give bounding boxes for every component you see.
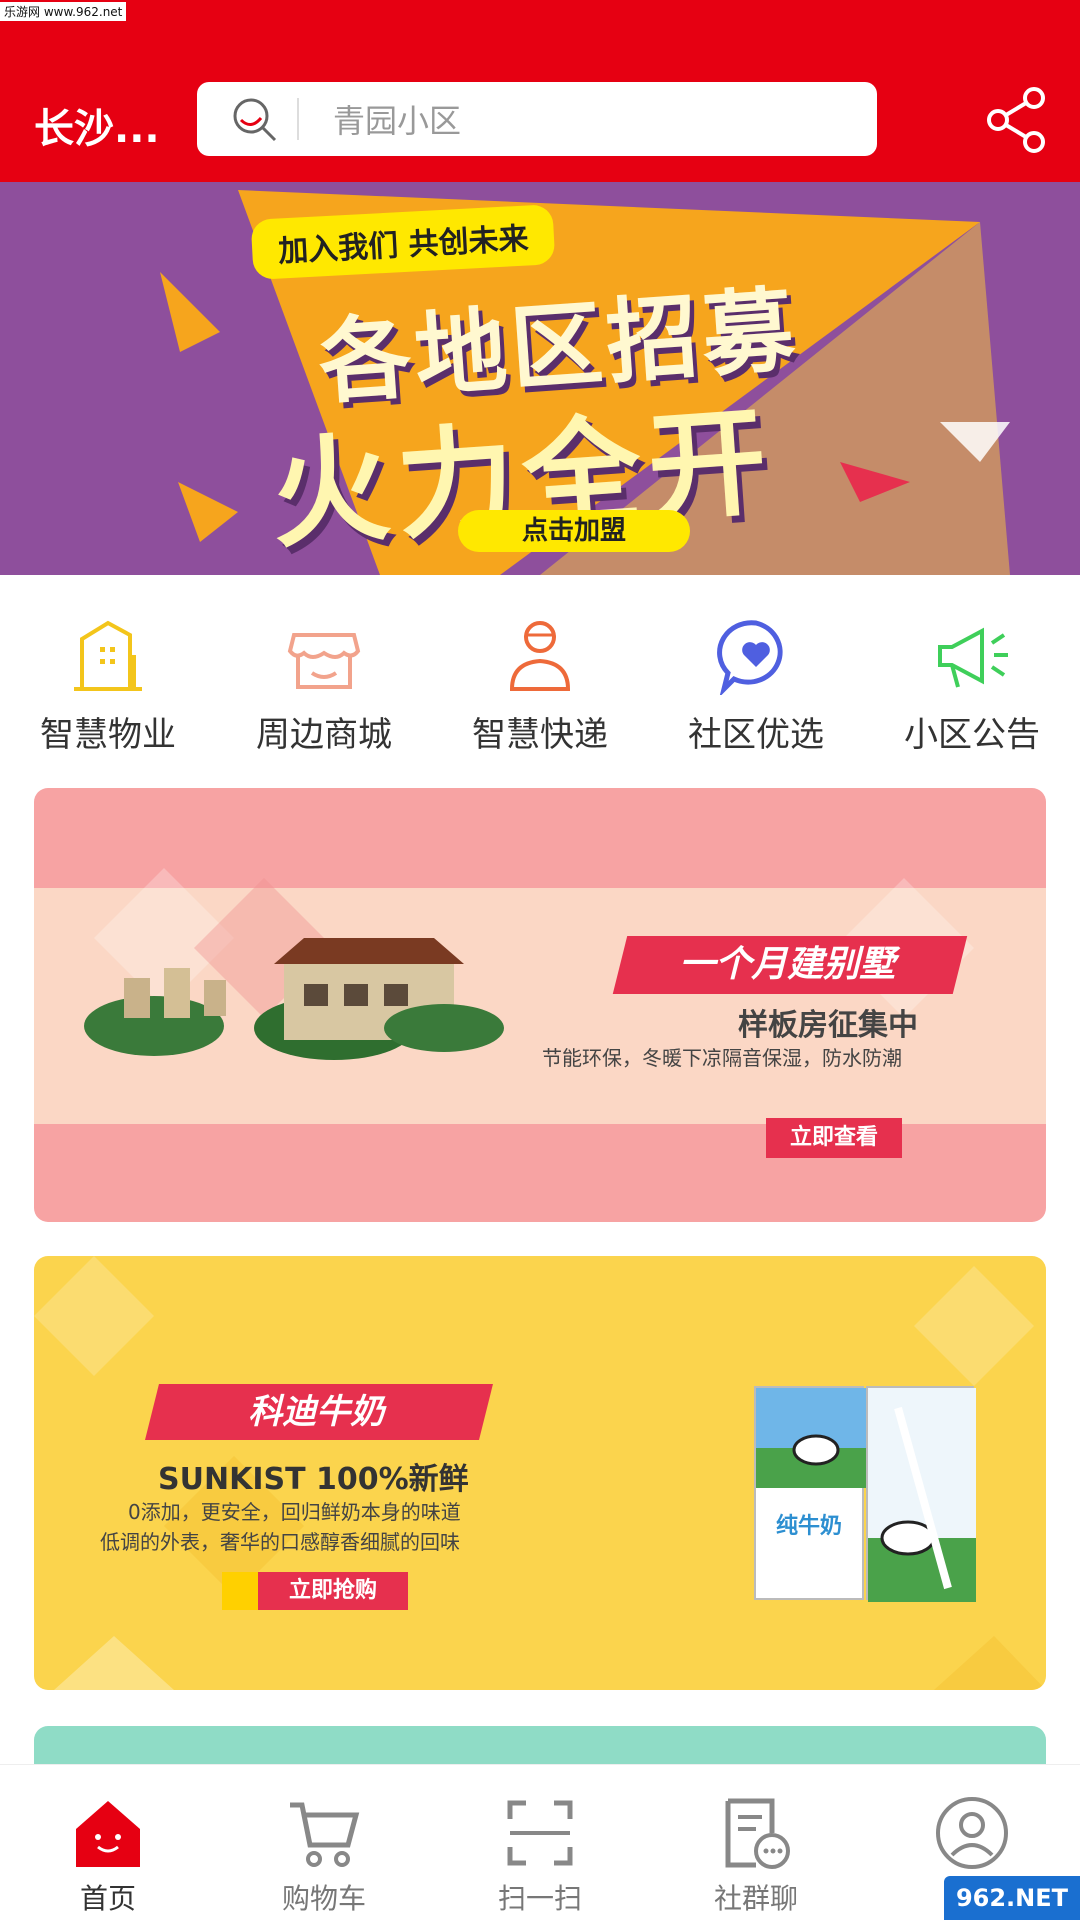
top-header: 乐游网 www.962.net 长沙... 青园小区 <box>0 0 1080 182</box>
nav-label: 社区优选 <box>688 715 824 755</box>
nav-smart-courier[interactable]: 智慧快递 <box>432 575 648 770</box>
recruit-banner[interactable]: 加入我们 共创未来 各地区招募 火力全开 点击加盟 <box>0 182 1080 575</box>
bottom-tab-bar: 首页 购物车 扫一扫 社群聊 <box>0 1764 1080 1920</box>
courier-icon <box>500 615 580 695</box>
villa-promo-title: 一个月建别墅 <box>612 936 968 994</box>
nav-smart-property[interactable]: 智慧物业 <box>0 575 216 770</box>
shop-icon <box>284 615 364 695</box>
scan-icon <box>500 1793 580 1873</box>
search-placeholder: 青园小区 <box>333 102 462 140</box>
tab-label: 社群聊 <box>713 1882 798 1915</box>
search-icon <box>221 82 291 156</box>
profile-icon <box>932 1793 1012 1873</box>
search-divider <box>297 98 299 140</box>
milk-promo-subtitle: SUNKIST 100%新鲜 <box>158 1462 469 1497</box>
app-screen: 乐游网 www.962.net 长沙... 青园小区 加入我们 共创未来 各地区… <box>0 0 1080 1920</box>
milk-promo-desc-2: 低调的外表，奢华的口感醇香细腻的回味 <box>100 1530 460 1554</box>
milk-carton-image: 纯牛奶 <box>754 1386 866 1600</box>
milk-promo-card[interactable]: 科迪牛奶 SUNKIST 100%新鲜 0添加，更安全，回归鲜奶本身的味道 低调… <box>34 1256 1046 1690</box>
villa-promo-card[interactable]: 一个月建别墅 样板房征集中 节能环保，冬暖下凉隔音保湿，防水防潮 立即查看 <box>34 788 1046 1222</box>
nav-label: 小区公告 <box>904 715 1040 755</box>
tab-cart[interactable]: 购物车 <box>216 1765 432 1920</box>
watermark-label: 乐游网 www.962.net <box>0 2 127 21</box>
tab-label: 购物车 <box>281 1882 366 1915</box>
tab-group-chat[interactable]: 社群聊 <box>648 1765 864 1920</box>
nav-nearby-mall[interactable]: 周边商城 <box>216 575 432 770</box>
milk-carton-label: 纯牛奶 <box>776 1514 843 1539</box>
milk-carton-image-2 <box>866 1386 976 1602</box>
feature-grid: 智慧物业 周边商城 智慧快递 社区优选 小区公告 <box>0 575 1080 770</box>
cart-badge-icon <box>222 1572 258 1610</box>
nav-notices[interactable]: 小区公告 <box>864 575 1080 770</box>
nav-label: 周边商城 <box>256 715 392 755</box>
megaphone-icon <box>932 615 1012 695</box>
nav-community-picks[interactable]: 社区优选 <box>648 575 864 770</box>
tab-scan[interactable]: 扫一扫 <box>432 1765 648 1920</box>
tab-label: 扫一扫 <box>497 1882 582 1915</box>
home-icon <box>68 1793 148 1873</box>
building-icon <box>68 615 148 695</box>
heart-chat-icon <box>716 615 796 698</box>
corner-watermark: 962.NET <box>944 1876 1080 1920</box>
tab-label: 首页 <box>79 1882 136 1915</box>
cart-icon <box>284 1793 364 1873</box>
search-bar[interactable]: 青园小区 <box>197 82 877 156</box>
chat-icon <box>716 1793 796 1873</box>
nav-label: 智慧快递 <box>472 715 608 755</box>
nav-label: 智慧物业 <box>40 715 176 755</box>
villa-promo-subtitle: 样板房征集中 <box>738 1008 918 1043</box>
join-button[interactable]: 点击加盟 <box>458 510 690 552</box>
villa-promo-description: 节能环保，冬暖下凉隔音保湿，防水防潮 <box>542 1046 902 1070</box>
milk-promo-desc-1: 0添加，更安全，回归鲜奶本身的味道 <box>128 1500 461 1524</box>
tab-home[interactable]: 首页 <box>0 1765 216 1920</box>
share-icon[interactable] <box>982 84 1052 154</box>
view-now-button[interactable]: 立即查看 <box>766 1118 902 1158</box>
buy-now-button[interactable]: 立即抢购 <box>258 1572 408 1610</box>
milk-promo-title: 科迪牛奶 <box>145 1384 493 1440</box>
next-promo-card-peek[interactable] <box>34 1726 1046 1766</box>
city-selector[interactable]: 长沙... <box>34 96 160 154</box>
